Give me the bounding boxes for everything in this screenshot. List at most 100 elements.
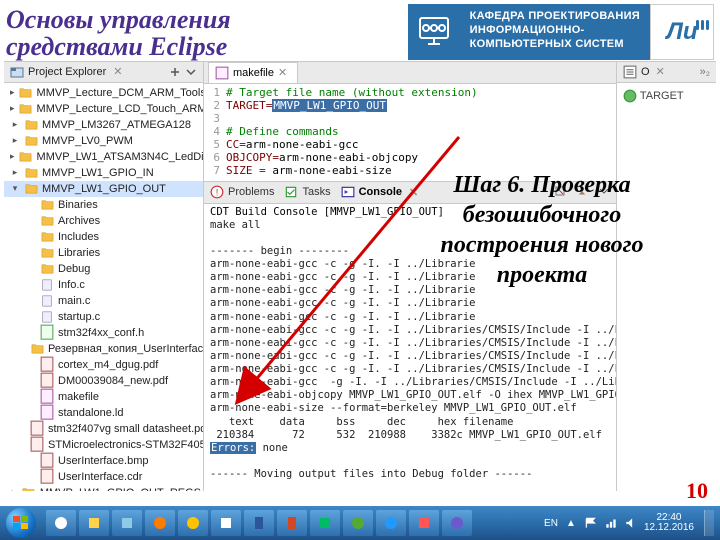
taskbar-app-4[interactable] xyxy=(145,510,175,536)
taskbar-app-1[interactable] xyxy=(46,510,76,536)
dept-line1: КАФЕДРА ПРОЕКТИРОВАНИЯ xyxy=(470,10,640,22)
volume-icon[interactable] xyxy=(624,516,638,530)
callout-line2: безошибочного xyxy=(463,202,622,228)
tree-item[interactable]: ▸MMVP_LW1_GPIO_IN xyxy=(4,165,203,181)
tree-item[interactable]: makefile xyxy=(4,389,203,405)
tree-item[interactable]: ▸MMVP_LW1_GPIO_OUT_REGS xyxy=(4,485,203,491)
project-explorer-label: Project Explorer xyxy=(28,66,106,78)
tree-item[interactable]: ▸MMVP_LV0_PWM xyxy=(4,133,203,149)
outline-body: TARGET xyxy=(617,83,716,109)
tree-item[interactable]: ▸MMVP_Lecture_DCM_ARM_Tools xyxy=(4,85,203,101)
tree-item[interactable]: ▸MMVP_LM3267_ATMEGA128 xyxy=(4,117,203,133)
taskbar-app-2[interactable] xyxy=(79,510,109,536)
radio-waves-icon xyxy=(694,9,709,37)
slide-header: Основы управления средствами Eclipse КАФ… xyxy=(0,0,720,61)
outline-tab-prefix: O xyxy=(641,66,650,78)
console-icon xyxy=(341,185,355,199)
tasks-icon xyxy=(284,185,298,199)
tab-problems[interactable]: ! Problems xyxy=(210,185,274,199)
tree-item[interactable]: STMicroelectronics-STM32F405F xyxy=(4,437,203,453)
project-explorer-icon xyxy=(10,65,24,79)
department-badge: КАФЕДРА ПРОЕКТИРОВАНИЯ ИНФОРМАЦИОННО- КО… xyxy=(408,4,714,60)
link-with-editor-icon[interactable] xyxy=(169,66,181,78)
network-icon[interactable] xyxy=(604,516,618,530)
tree-item[interactable]: cortex_m4_dgug.pdf xyxy=(4,357,203,373)
start-button[interactable] xyxy=(6,508,36,538)
slide-title-line1: Основы управления xyxy=(6,5,231,34)
tree-item[interactable]: DM00039084_new.pdf xyxy=(4,373,203,389)
flag-icon[interactable] xyxy=(584,516,598,530)
show-desktop-button[interactable] xyxy=(704,510,714,536)
editor-tabbar: makefile ✕ xyxy=(204,62,616,84)
editor-tab-label: makefile xyxy=(233,67,274,79)
pinned-apps xyxy=(46,510,472,536)
system-tray[interactable]: EN ▲ 22:40 12.12.2016 xyxy=(544,510,714,536)
instruction-callout: Шаг 6. Проверка безошибочного построения… xyxy=(384,170,700,290)
tree-item[interactable]: stm32f407vg small datasheet.pd xyxy=(4,421,203,437)
taskbar-app-11[interactable] xyxy=(376,510,406,536)
monitor-icon xyxy=(408,4,460,60)
department-logo: Ли xyxy=(650,4,714,60)
taskbar-app-10[interactable] xyxy=(343,510,373,536)
taskbar-app-12[interactable] xyxy=(409,510,439,536)
tree-item[interactable]: Debug xyxy=(4,261,203,277)
tab-tasks-label: Tasks xyxy=(302,186,330,198)
tree-item[interactable]: Archives xyxy=(4,213,203,229)
tree-item[interactable]: main.c xyxy=(4,293,203,309)
tab-tasks[interactable]: Tasks xyxy=(284,185,330,199)
close-icon[interactable]: ✕ xyxy=(656,65,665,78)
view-menu-icon[interactable] xyxy=(185,66,197,78)
outline-icon xyxy=(623,65,637,79)
tree-item[interactable]: stm32f4xx_conf.h xyxy=(4,325,203,341)
taskbar-app-7[interactable] xyxy=(244,510,274,536)
outline-item-label[interactable]: TARGET xyxy=(640,90,684,102)
taskbar-app-9[interactable] xyxy=(310,510,340,536)
page-number: 10 xyxy=(686,478,708,504)
makefile-icon xyxy=(215,66,229,80)
tree-item[interactable]: ▾MMVP_LW1_GPIO_OUT xyxy=(4,181,203,197)
tree-item[interactable]: standalone.ld xyxy=(4,405,203,421)
tree-item[interactable]: Includes xyxy=(4,229,203,245)
department-text: КАФЕДРА ПРОЕКТИРОВАНИЯ ИНФОРМАЦИОННО- КО… xyxy=(460,4,650,60)
problems-icon: ! xyxy=(210,185,224,199)
windows-logo-icon xyxy=(12,514,30,532)
eclipse-ide-window: Project Explorer ✕ ▸MMVP_Lecture_DCM_ARM… xyxy=(4,61,716,491)
tree-item[interactable]: startup.c xyxy=(4,309,203,325)
tree-item[interactable]: UserInterface.cdr xyxy=(4,469,203,485)
dept-line3: КОМПЬЮТЕРНЫХ СИСТЕМ xyxy=(470,38,624,50)
windows-taskbar[interactable]: EN ▲ 22:40 12.12.2016 xyxy=(0,506,720,540)
variable-icon xyxy=(623,89,637,103)
tree-item[interactable]: ▸MMVP_LW1_ATSAM3N4C_LedDispl xyxy=(4,149,203,165)
slide-title-line2: средствами Eclipse xyxy=(6,32,227,61)
project-explorer-tab[interactable]: Project Explorer ✕ xyxy=(4,62,203,83)
taskbar-app-13[interactable] xyxy=(442,510,472,536)
tree-item[interactable]: Резервная_копия_UserInterface xyxy=(4,341,203,357)
code-editor[interactable]: 1# Target file name (without extension)2… xyxy=(204,84,616,181)
tree-item[interactable]: UserInterface.bmp xyxy=(4,453,203,469)
tree-item[interactable]: Binaries xyxy=(4,197,203,213)
close-icon[interactable]: ✕ xyxy=(278,66,287,79)
outline-tab[interactable]: O ✕ »₂ xyxy=(617,62,716,83)
dept-line2: ИНФОРМАЦИОННО- xyxy=(470,24,585,36)
callout-line3: построения нового xyxy=(441,232,644,258)
tree-item[interactable]: Libraries xyxy=(4,245,203,261)
taskbar-app-3[interactable] xyxy=(112,510,142,536)
language-indicator[interactable]: EN xyxy=(544,518,558,529)
slide-title: Основы управления средствами Eclipse xyxy=(6,4,231,61)
taskbar-app-6[interactable] xyxy=(211,510,241,536)
project-explorer-view: Project Explorer ✕ ▸MMVP_Lecture_DCM_ARM… xyxy=(4,62,204,491)
callout-line1: Шаг 6. Проверка xyxy=(453,172,630,198)
logo-text: Ли xyxy=(666,18,697,46)
taskbar-app-5[interactable] xyxy=(178,510,208,536)
taskbar-app-8[interactable] xyxy=(277,510,307,536)
clock-date: 12.12.2016 xyxy=(644,523,694,533)
tab-problems-label: Problems xyxy=(228,186,274,198)
tree-item[interactable]: ▸MMVP_Lecture_LCD_Touch_ARM_T xyxy=(4,101,203,117)
taskbar-clock[interactable]: 22:40 12.12.2016 xyxy=(644,513,694,533)
close-icon[interactable]: ✕ xyxy=(113,65,122,78)
tree-item[interactable]: Info.c xyxy=(4,277,203,293)
editor-tab-makefile[interactable]: makefile ✕ xyxy=(208,62,298,83)
outline-tab-suffix: »₂ xyxy=(700,66,710,78)
tray-expand-icon[interactable]: ▲ xyxy=(564,516,578,530)
project-tree[interactable]: ▸MMVP_Lecture_DCM_ARM_Tools▸MMVP_Lecture… xyxy=(4,83,203,491)
